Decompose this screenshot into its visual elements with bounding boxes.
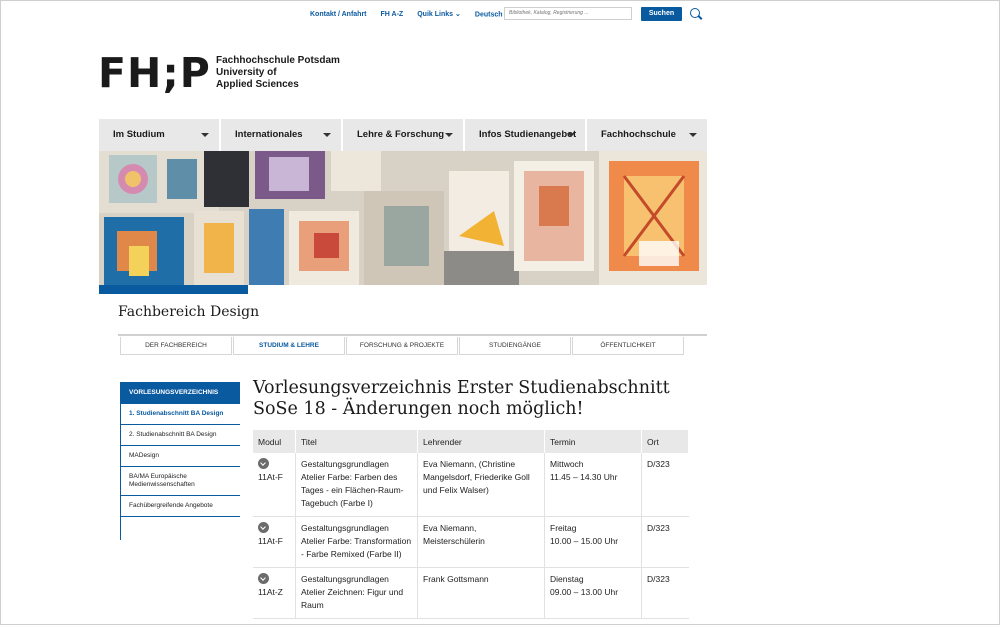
nav-item-internationales[interactable]: Internationales — [221, 119, 341, 151]
expand-icon[interactable] — [258, 522, 269, 533]
cell-titel: Gestaltungsgrundlagen Atelier Zeichnen: … — [295, 567, 418, 619]
course-table: Modul Titel Lehrender Termin Ort 11At-F … — [253, 430, 689, 619]
contact-link[interactable]: Kontakt / Anfahrt — [310, 11, 367, 18]
cell-modul[interactable]: 11At-Z — [253, 567, 296, 619]
header-lehrender: Lehrender — [417, 430, 545, 453]
chevron-down-icon — [201, 133, 209, 137]
cell-termin: Mittwoch 11.45 – 14.30 Uhr — [544, 453, 642, 517]
tab-forschung-projekte[interactable]: FORSCHUNG & PROJEKTE — [346, 337, 458, 355]
cell-ort: D/323 — [641, 453, 689, 517]
nav-item-label: Lehre & Forschung — [357, 129, 445, 140]
sidebar-item-ba-design-1[interactable]: 1. Studienabschnitt BA Design — [121, 404, 240, 425]
nav-item-infos-studienangebot[interactable]: Infos Studienangebot — [465, 119, 585, 151]
cell-ort: D/323 — [641, 567, 689, 619]
header-modul: Modul — [253, 430, 296, 453]
header-termin: Termin — [544, 430, 642, 453]
chevron-down-icon — [567, 133, 575, 137]
chevron-down-icon — [689, 133, 697, 137]
nav-item-label: Internationales — [235, 129, 303, 140]
fh-az-link[interactable]: FH A-Z — [381, 11, 404, 18]
hero-accent-bar — [99, 285, 248, 294]
expand-icon[interactable] — [258, 458, 269, 469]
sidebar-item-fachuebergreifend[interactable]: Fachübergreifende Angebote — [121, 496, 240, 517]
sidebar: VORLESUNGSVERZEICHNIS 1. Studienabschnit… — [120, 382, 240, 540]
main-navigation: Im Studium Internationales Lehre & Forsc… — [99, 119, 707, 151]
cell-titel: Gestaltungsgrundlagen Atelier Farbe: Far… — [295, 453, 418, 517]
logo-mark[interactable]: FH;P — [98, 51, 211, 95]
search-button[interactable]: Suchen — [641, 7, 682, 21]
cell-modul[interactable]: 11At-F — [253, 516, 296, 568]
tab-studiengaenge[interactable]: STUDIENGÄNGE — [459, 337, 571, 355]
table-row: 11At-Z Gestaltungsgrundlagen Atelier Zei… — [253, 567, 689, 619]
logo-line-1: Fachhochschule Potsdam — [216, 55, 340, 66]
cell-modul[interactable]: 11At-F — [253, 453, 296, 517]
chevron-down-icon — [445, 133, 453, 137]
logo-text[interactable]: Fachhochschule Potsdam University of App… — [216, 55, 340, 91]
table-header-row: Modul Titel Lehrender Termin Ort — [253, 430, 689, 453]
termin-time: 09.00 – 13.00 Uhr — [550, 587, 619, 597]
search-icon[interactable] — [690, 8, 700, 18]
termin-day: Dienstag — [550, 574, 584, 584]
search-input[interactable] — [504, 7, 632, 20]
tab-studium-lehre[interactable]: STUDIUM & LEHRE — [233, 337, 345, 355]
cell-lehrender: Eva Niemann, (Christine Mangelsdorf, Fri… — [417, 453, 545, 517]
page-title: Vorlesungsverzeichnis Erster Studienabsc… — [253, 378, 670, 419]
cell-termin: Freitag 10.00 – 15.00 Uhr — [544, 516, 642, 568]
sidebar-item-medienwissenschaften[interactable]: BA/MA Europäische Medienwissenschaften — [121, 467, 240, 496]
termin-day: Mittwoch — [550, 459, 584, 469]
sidebar-item-madesign[interactable]: MADesign — [121, 446, 240, 467]
hero-image — [99, 151, 707, 285]
termin-day: Freitag — [550, 523, 577, 533]
nav-item-label: Fachhochschule — [601, 129, 676, 140]
department-title[interactable]: Fachbereich Design — [118, 304, 259, 320]
modul-code: 11At-F — [258, 536, 283, 546]
nav-item-im-studium[interactable]: Im Studium — [99, 119, 219, 151]
tab-oeffentlichkeit[interactable]: ÖFFENTLICHKEIT — [572, 337, 684, 355]
table-row: 11At-F Gestaltungsgrundlagen Atelier Far… — [253, 516, 689, 568]
quick-links-label: Quik Links — [417, 11, 454, 18]
top-utility-bar: Kontakt / Anfahrt FH A-Z Quik Links ⌄ Deu… — [310, 7, 531, 21]
sub-navigation: DER FACHBEREICH STUDIUM & LEHRE FORSCHUN… — [120, 337, 685, 355]
nav-item-lehre-forschung[interactable]: Lehre & Forschung — [343, 119, 463, 151]
sidebar-item-ba-design-2[interactable]: 2. Studienabschnitt BA Design — [121, 425, 240, 446]
quick-links-menu[interactable]: Quik Links ⌄ — [417, 10, 461, 18]
termin-time: 11.45 – 14.30 Uhr — [550, 472, 618, 482]
cell-termin: Dienstag 09.00 – 13.00 Uhr — [544, 567, 642, 619]
tab-der-fachbereich[interactable]: DER FACHBEREICH — [120, 337, 232, 355]
cell-lehrender: Frank Gottsmann — [417, 567, 545, 619]
expand-icon[interactable] — [258, 573, 269, 584]
modul-code: 11At-F — [258, 472, 283, 482]
hero-collage — [99, 151, 707, 285]
termin-time: 10.00 – 15.00 Uhr — [550, 536, 619, 546]
cell-lehrender: Eva Niemann, Meisterschülerin — [417, 516, 545, 568]
sidebar-heading[interactable]: VORLESUNGSVERZEICHNIS — [121, 382, 240, 404]
table-row: 11At-F Gestaltungsgrundlagen Atelier Far… — [253, 453, 689, 517]
nav-item-label: Infos Studienangebot — [479, 129, 577, 140]
language-label: Deutsch — [474, 10, 503, 18]
logo-line-2: University of — [216, 67, 277, 78]
page-frame: Kontakt / Anfahrt FH A-Z Quik Links ⌄ Deu… — [0, 0, 1000, 625]
nav-item-fachhochschule[interactable]: Fachhochschule — [587, 119, 707, 151]
cell-ort: D/323 — [641, 516, 689, 568]
subnav-divider — [118, 334, 707, 336]
nav-item-label: Im Studium — [113, 129, 165, 140]
modul-code: 11At-Z — [258, 587, 283, 597]
logo-line-3: Applied Sciences — [216, 79, 299, 90]
header-titel: Titel — [295, 430, 418, 453]
header-ort: Ort — [641, 430, 689, 453]
cell-titel: Gestaltungsgrundlagen Atelier Farbe: Tra… — [295, 516, 418, 568]
chevron-down-icon — [323, 133, 331, 137]
chevron-down-icon: ⌄ — [455, 11, 461, 18]
